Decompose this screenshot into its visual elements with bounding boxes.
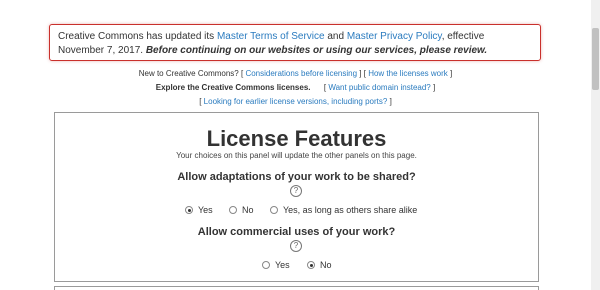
option-label: Yes, as long as others share alike [283,205,418,215]
option-label: No [320,260,332,270]
scrollbar-thumb[interactable] [592,28,599,90]
license-features-panel: License Features Your choices on this pa… [54,112,539,282]
commercial-option-yes[interactable]: Yes [262,260,290,270]
adaptations-question: Allow adaptations of your work to be sha… [177,171,416,183]
intro-separator: ] [ [359,69,366,78]
terms-update-notice: Creative Commons has updated its Master … [49,24,541,61]
radio-icon[interactable] [229,206,237,214]
explore-heading: Explore the Creative Commons licenses. [155,83,311,92]
radio-icon[interactable] [185,206,193,214]
radio-icon[interactable] [262,261,270,269]
adaptations-option-no[interactable]: No [229,205,254,215]
explore-open: [ [323,83,327,92]
adaptations-help-icon[interactable]: ? [290,185,302,197]
intro-prefix: New to Creative Commons? [ [138,69,244,78]
considerations-link[interactable]: Considerations before licensing [245,69,357,78]
commercial-question: Allow commercial uses of your work? [197,226,396,238]
radio-icon[interactable] [270,206,278,214]
notice-text-before: Creative Commons has updated its [58,31,217,42]
explore-links-line: Explore the Creative Commons licenses. [… [0,82,591,93]
panel-subtitle: Your choices on this panel will update t… [176,151,417,160]
master-terms-link[interactable]: Master Terms of Service [217,31,325,42]
explore-close: ] [432,83,436,92]
earlier-versions-link[interactable]: Looking for earlier license versions, in… [204,97,388,106]
commercial-option-no[interactable]: No [307,260,332,270]
commercial-help-icon[interactable]: ? [290,240,302,252]
notice-text-and: and [324,31,347,42]
scrollbar[interactable] [591,0,600,290]
intro-links-line: New to Creative Commons? [ Consideration… [0,68,591,79]
how-licenses-work-link[interactable]: How the licenses work [368,69,448,78]
panel-title: License Features [206,126,387,151]
earlier-open: [ [199,97,202,106]
option-label: Yes [275,260,290,270]
radio-icon[interactable] [307,261,315,269]
adaptations-option-yes[interactable]: Yes [185,205,213,215]
option-label: Yes [198,205,213,215]
option-label: No [242,205,254,215]
next-panel-edge [54,286,539,290]
earlier-close: ] [389,97,392,106]
public-domain-link[interactable]: Want public domain instead? [328,83,430,92]
earlier-versions-line: [ Looking for earlier license versions, … [0,96,591,107]
notice-emphasis: Before continuing on our websites or usi… [145,45,488,56]
adaptations-option-share-alike[interactable]: Yes, as long as others share alike [270,205,417,215]
intro-suffix: ] [450,69,453,78]
master-privacy-link[interactable]: Master Privacy Policy [347,31,442,42]
